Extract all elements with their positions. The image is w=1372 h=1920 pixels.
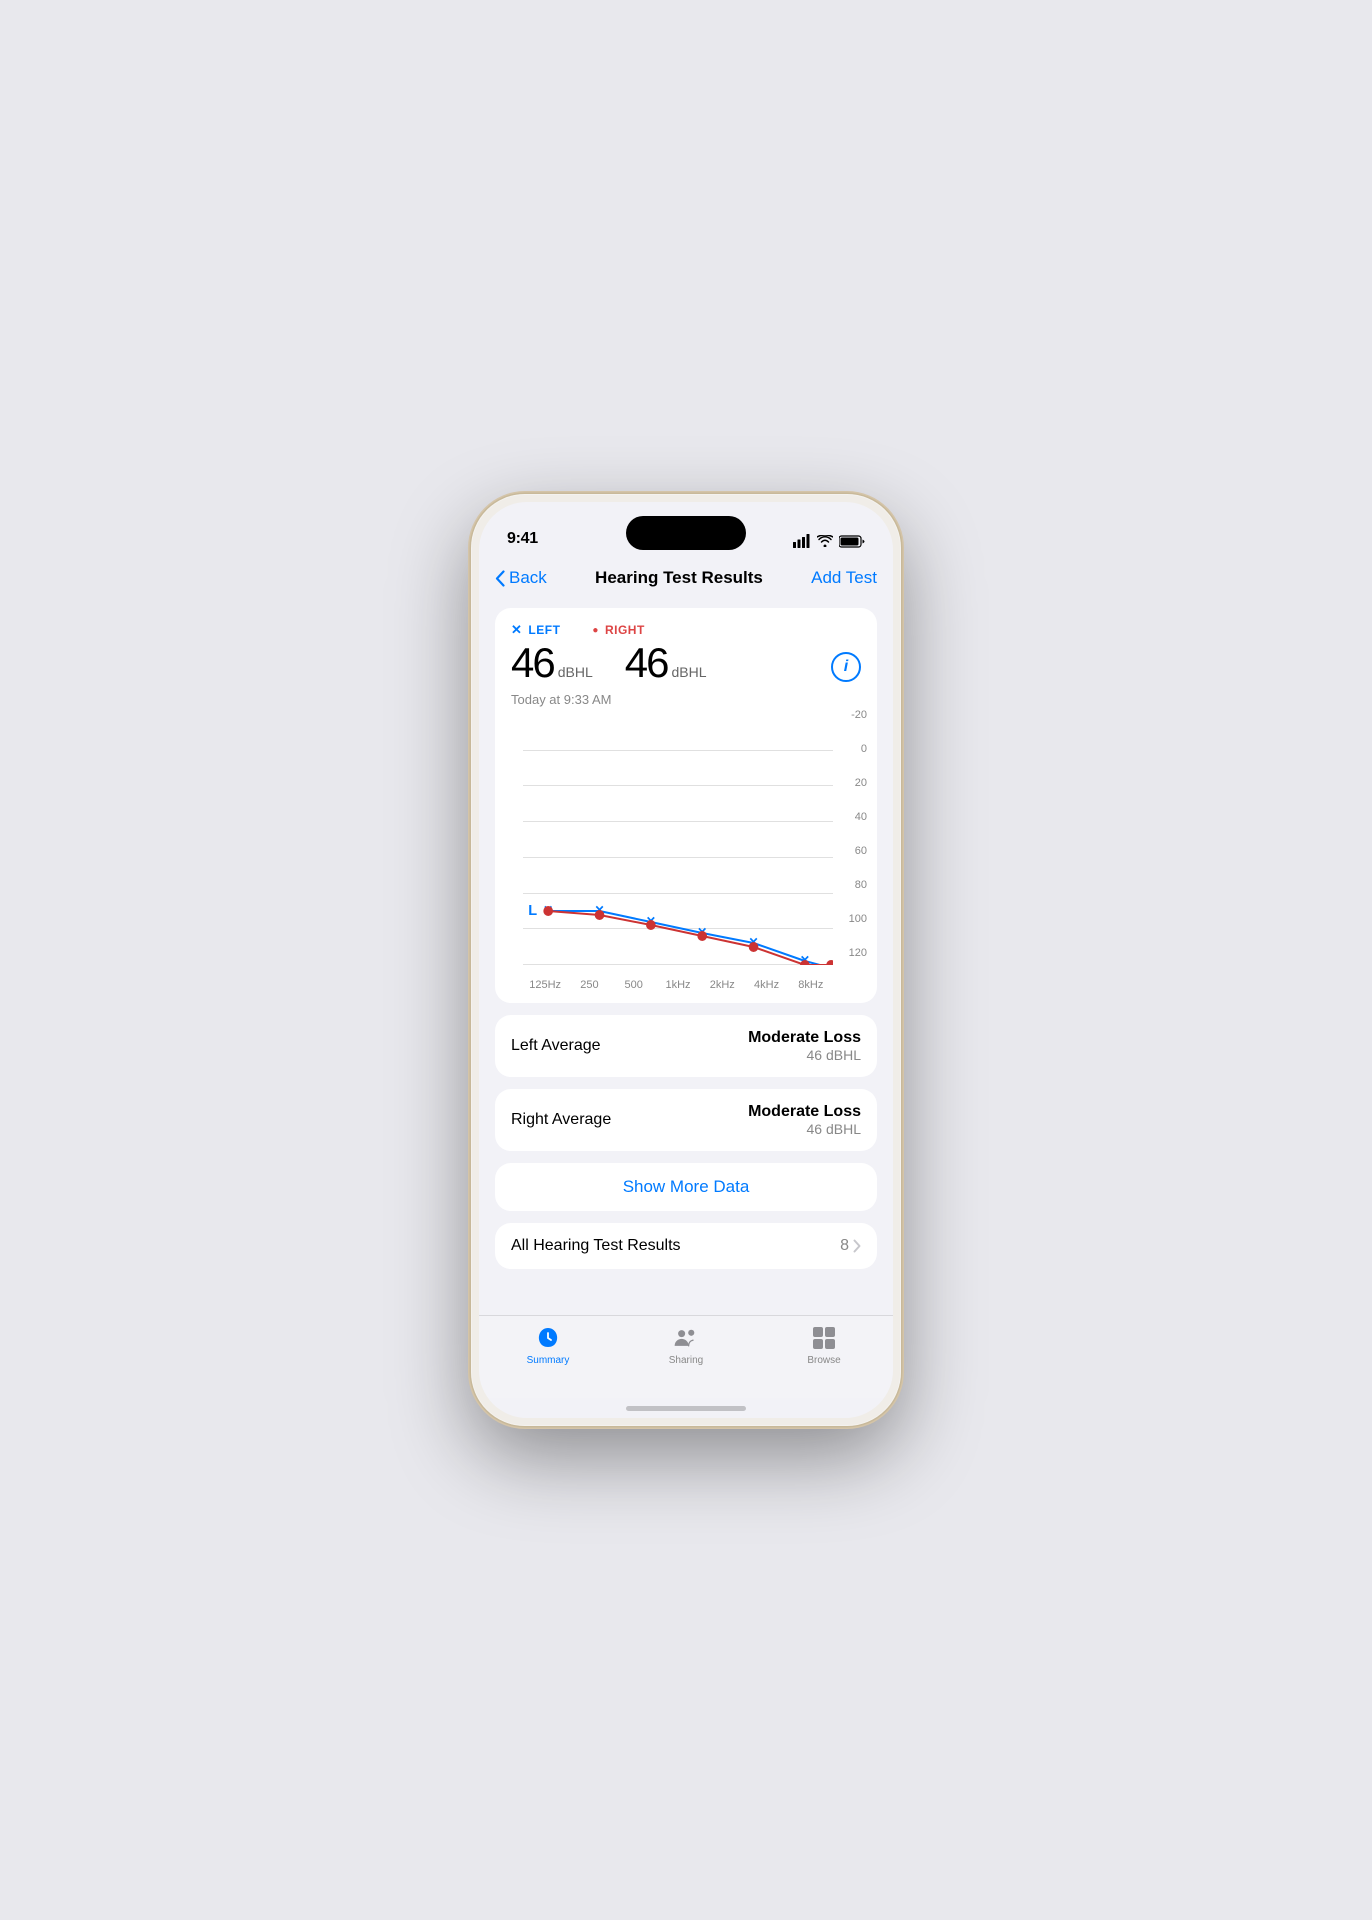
left-average-classification: Moderate Loss — [748, 1029, 861, 1047]
right-value-unit: dBHL — [671, 664, 706, 680]
nav-bar: Back Hearing Test Results Add Test — [479, 556, 893, 600]
all-results-num: 8 — [840, 1237, 849, 1255]
results-header-row: 46 dBHL 46 dBHL Today at 9:33 AM i — [511, 642, 861, 707]
right-average-classification: Moderate Loss — [748, 1103, 861, 1121]
status-time: 9:41 — [507, 530, 538, 548]
y-label: 100 — [849, 913, 867, 925]
svg-text:L: L — [528, 903, 537, 919]
right-ear-label: ● RIGHT — [592, 622, 644, 638]
x-label-250: 250 — [567, 979, 611, 991]
left-average-label: Left Average — [511, 1037, 601, 1055]
results-header: ✕ LEFT ● RIGHT 46 — [495, 608, 877, 715]
tab-browse[interactable]: Browse — [755, 1324, 893, 1366]
y-label: 20 — [849, 777, 867, 789]
left-average-dbhl: 46 dBHL — [748, 1047, 861, 1063]
right-average-dbhl: 46 dBHL — [748, 1121, 861, 1137]
right-average-value: Moderate Loss 46 dBHL — [748, 1103, 861, 1137]
left-value-unit: dBHL — [558, 664, 593, 680]
battery-icon — [839, 535, 865, 548]
ear-labels: ✕ LEFT ● RIGHT — [511, 622, 861, 638]
ear-values: 46 dBHL 46 dBHL — [511, 642, 707, 686]
back-label: Back — [509, 568, 547, 588]
x-label-2k: 2kHz — [700, 979, 744, 991]
dynamic-island — [626, 516, 746, 550]
chevron-left-icon — [495, 570, 505, 587]
x-label-8k: 8kHz — [789, 979, 833, 991]
y-label: 40 — [849, 811, 867, 823]
all-results-label: All Hearing Test Results — [511, 1237, 681, 1255]
chevron-right-icon — [853, 1239, 861, 1253]
sharing-tab-label: Sharing — [669, 1355, 703, 1366]
back-button[interactable]: Back — [495, 568, 547, 588]
all-results-count: 8 — [840, 1237, 861, 1255]
chart-area: × × × × × × × — [523, 715, 833, 995]
all-results-row[interactable]: All Hearing Test Results 8 — [495, 1223, 877, 1269]
add-test-button[interactable]: Add Test — [811, 568, 877, 588]
y-label: 60 — [849, 845, 867, 857]
y-label: 0 — [849, 743, 867, 755]
tab-summary[interactable]: Summary — [479, 1324, 617, 1366]
right-average-card: Right Average Moderate Loss 46 dBHL — [495, 1089, 877, 1151]
home-indicator — [479, 1398, 893, 1418]
status-icons — [793, 534, 865, 548]
left-average-row: Left Average Moderate Loss 46 dBHL — [495, 1015, 877, 1077]
tab-bar: Summary Sharing — [479, 1315, 893, 1398]
sharing-icon — [672, 1324, 700, 1352]
audiogram-svg: × × × × × × × — [523, 715, 833, 965]
wifi-icon — [817, 535, 833, 547]
results-values-col: 46 dBHL 46 dBHL Today at 9:33 AM — [511, 642, 707, 707]
x-label-125: 125Hz — [523, 979, 567, 991]
show-more-button[interactable]: Show More Data — [495, 1163, 877, 1211]
tab-sharing[interactable]: Sharing — [617, 1324, 755, 1366]
x-label-1k: 1kHz — [656, 979, 700, 991]
right-average-label: Right Average — [511, 1111, 611, 1129]
test-timestamp: Today at 9:33 AM — [511, 692, 707, 707]
y-label: 80 — [849, 879, 867, 891]
left-value-group: 46 dBHL — [511, 642, 593, 686]
browse-tab-label: Browse — [807, 1355, 840, 1366]
y-label: -20 — [849, 709, 867, 721]
summary-icon — [534, 1324, 562, 1352]
summary-tab-label: Summary — [527, 1355, 570, 1366]
results-card: ✕ LEFT ● RIGHT 46 — [495, 608, 877, 1003]
x-label-4k: 4kHz — [744, 979, 788, 991]
x-axis: 125Hz 250 500 1kHz 2kHz 4kHz 8kHz — [523, 965, 833, 995]
left-ear-label: ✕ LEFT — [511, 622, 560, 638]
left-value-num: 46 — [511, 642, 554, 684]
left-x-marker: ✕ — [511, 622, 522, 638]
right-value-num: 46 — [625, 642, 668, 684]
y-label: 120 — [849, 947, 867, 959]
info-button[interactable]: i — [831, 652, 861, 682]
x-label-500: 500 — [612, 979, 656, 991]
audiogram-chart: × × × × × × × — [495, 715, 877, 1003]
nav-title: Hearing Test Results — [595, 568, 763, 588]
phone-screen: 9:41 — [479, 502, 893, 1418]
phone-device: 9:41 — [471, 494, 901, 1426]
signal-icon — [793, 534, 811, 548]
browse-icon — [810, 1324, 838, 1352]
right-value-group: 46 dBHL — [625, 642, 707, 686]
y-axis: -20 0 20 40 60 80 100 120 — [849, 715, 867, 965]
home-bar — [626, 1406, 746, 1411]
left-average-card: Left Average Moderate Loss 46 dBHL — [495, 1015, 877, 1077]
right-average-row: Right Average Moderate Loss 46 dBHL — [495, 1089, 877, 1151]
right-dot-marker: ● — [592, 625, 599, 636]
left-average-value: Moderate Loss 46 dBHL — [748, 1029, 861, 1063]
scroll-content: ✕ LEFT ● RIGHT 46 — [479, 600, 893, 1315]
